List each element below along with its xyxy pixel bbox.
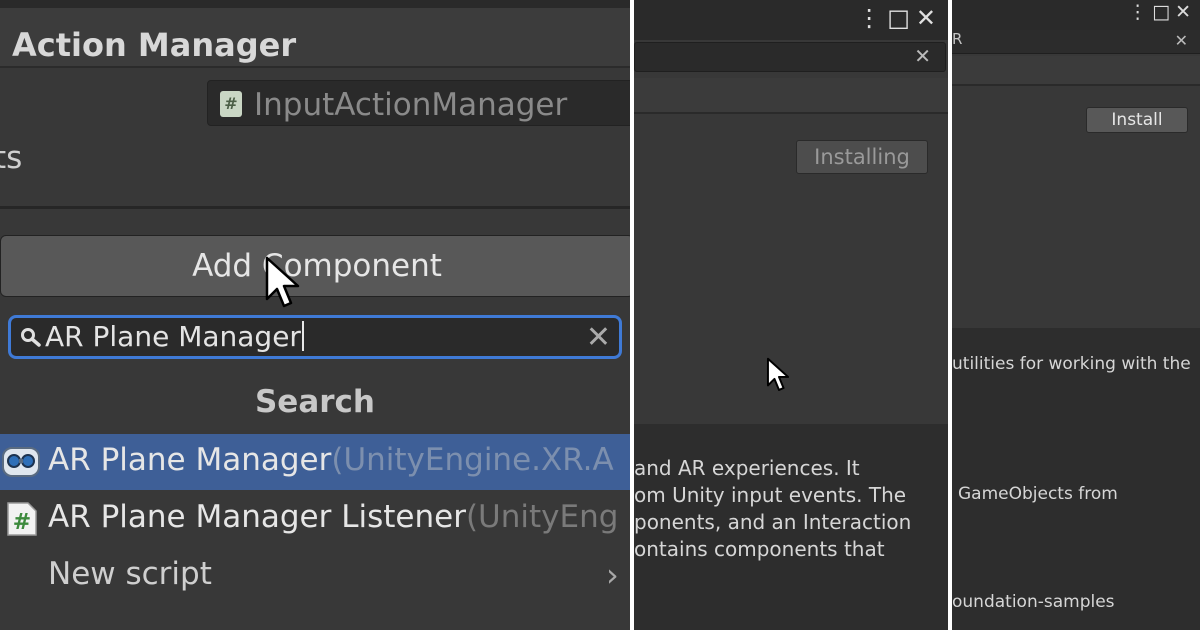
result-item-label: AR Plane Manager(UnityEngine.XR.A: [48, 442, 614, 478]
window-controls-icon[interactable]: ⋮□✕: [1128, 1, 1196, 23]
result-item-namespace: (UnityEng: [465, 499, 619, 535]
package-manager-window-installing: ⋮□✕ ✕ Installing and AR experiences. It …: [634, 0, 948, 630]
description-line: ponents, and an Interaction: [634, 510, 912, 534]
hash-script-icon: #: [220, 91, 242, 117]
text-caret: [301, 321, 304, 351]
package-search-input[interactable]: ✕: [634, 42, 946, 72]
description-line: om Unity input events. The: [634, 483, 907, 507]
package-tab-field[interactable]: R ✕: [952, 30, 1200, 54]
package-toolbar: [952, 56, 1200, 86]
result-item-name: AR Plane Manager Listener: [48, 499, 466, 535]
description-line: utilities for working with the: [952, 354, 1191, 374]
clear-search-icon[interactable]: ✕: [586, 320, 611, 355]
divider: [0, 206, 630, 209]
result-item-ar-plane-manager-listener[interactable]: # AR Plane Manager Listener(UnityEng: [0, 491, 630, 547]
result-item-namespace: (UnityEngine.XR.A: [331, 442, 614, 478]
result-item-ar-plane-manager[interactable]: AR Plane Manager(UnityEngine.XR.A: [0, 434, 630, 490]
hash-script-icon: #: [7, 502, 37, 536]
result-item-name: AR Plane Manager: [48, 442, 332, 478]
mouse-cursor-icon: [766, 357, 790, 391]
install-button[interactable]: Install: [1086, 107, 1188, 133]
new-script-label: New script: [48, 556, 212, 592]
installing-button[interactable]: Installing: [796, 140, 928, 174]
description-line: GameObjects from: [958, 484, 1118, 504]
package-description-pane: utilities for working with the GameObjec…: [952, 328, 1200, 630]
description-line: and AR experiences. It: [634, 456, 860, 480]
add-component-button[interactable]: Add Component: [0, 235, 630, 297]
search-icon: [21, 328, 41, 347]
description-line: oundation-samples: [952, 592, 1115, 612]
chevron-right-icon: ›: [606, 556, 619, 594]
description-line: ontains components that: [634, 537, 885, 561]
package-manager-window-install: ⋮□✕ R ✕ Install utilities for working wi…: [952, 0, 1200, 630]
result-item-label: AR Plane Manager Listener(UnityEng: [48, 499, 618, 535]
component-title: Action Manager: [12, 26, 297, 64]
object-field-value: InputActionManager: [254, 87, 568, 123]
close-icon[interactable]: ✕: [914, 44, 931, 68]
package-tab-label: R: [952, 30, 963, 48]
close-icon[interactable]: ✕: [1175, 31, 1188, 50]
inspector-top-strip: [0, 0, 630, 8]
package-toolbar: [634, 78, 948, 114]
search-input[interactable]: AR Plane Manager: [45, 320, 304, 353]
window-title-bar: ⋮□✕: [952, 0, 1200, 30]
svg-text:#: #: [13, 510, 31, 535]
property-label: ts: [0, 140, 23, 176]
search-input-value: AR Plane Manager: [45, 320, 301, 353]
mouse-cursor-icon: [265, 256, 300, 308]
component-search-field[interactable]: AR Plane Manager ✕: [8, 315, 622, 359]
object-field[interactable]: # InputActionManager: [207, 80, 630, 126]
component-header[interactable]: Action Manager: [0, 8, 630, 68]
results-header: Search: [254, 384, 375, 420]
ar-component-icon: [2, 447, 40, 477]
window-title-bar: ⋮□✕: [634, 0, 948, 40]
package-description-pane: and AR experiences. It om Unity input ev…: [634, 424, 948, 630]
window-controls-icon[interactable]: ⋮□✕: [857, 4, 942, 32]
new-script-item[interactable]: New script ›: [0, 548, 630, 604]
inspector-panel: Action Manager # InputActionManager ts A…: [0, 0, 630, 630]
